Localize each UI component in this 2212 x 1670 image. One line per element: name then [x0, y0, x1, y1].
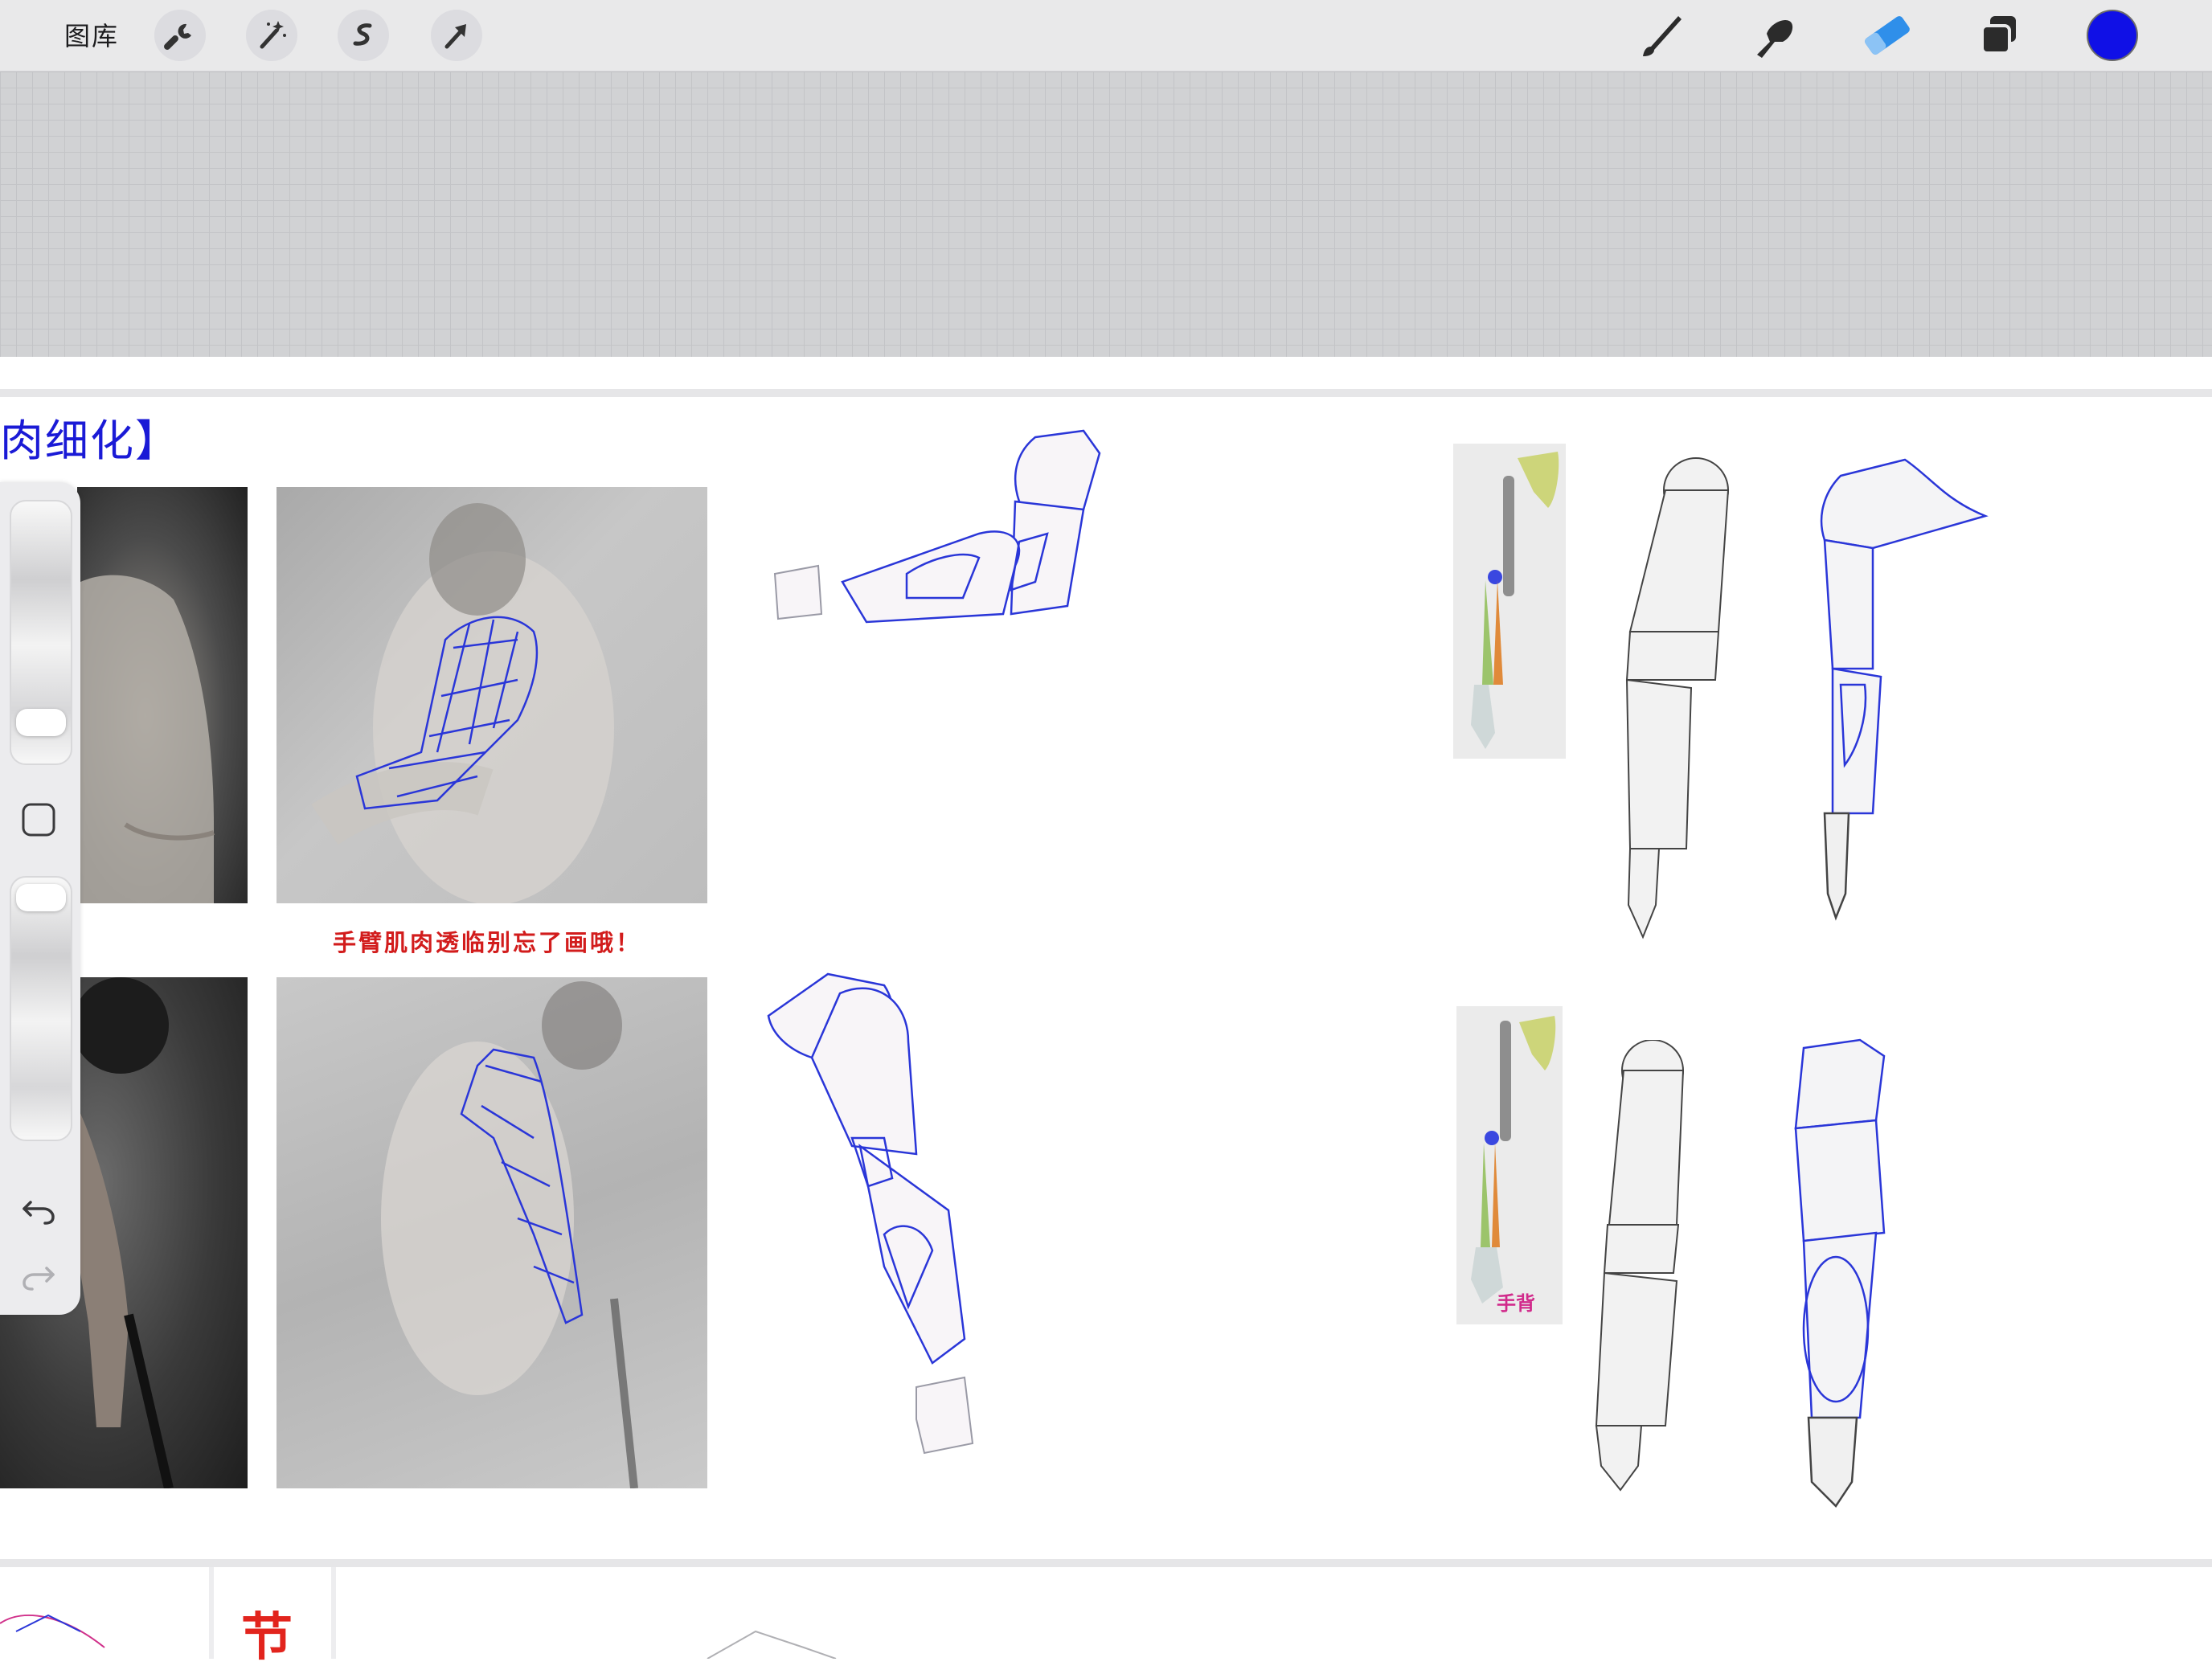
redo-icon — [23, 1267, 55, 1291]
skeleton-reference-bottom: 手背 — [1456, 1006, 1563, 1324]
brush-button[interactable] — [1633, 6, 1691, 64]
top-toolbar: 图库 — [0, 0, 2212, 72]
smudge-icon — [1757, 19, 1793, 59]
layers-button[interactable] — [1971, 6, 2029, 64]
wrench-icon — [164, 23, 191, 50]
color-button[interactable] — [2083, 6, 2141, 64]
partial-sketch — [0, 1614, 105, 1648]
page-divider-bottom — [0, 1559, 2212, 1567]
red-annotation: 手臂肌肉透临别忘了画哦！ — [333, 929, 642, 956]
transform-button[interactable] — [431, 10, 482, 61]
modify-button[interactable] — [21, 802, 56, 837]
eraser-icon — [1865, 16, 1910, 55]
undo-icon — [23, 1201, 55, 1225]
canvas-grid-area[interactable] — [0, 72, 2212, 357]
partial-sketch — [707, 1630, 837, 1659]
strip-separator — [331, 1567, 336, 1659]
muscle-arm-sketch-bottom — [1772, 1032, 1932, 1530]
muscle-arm-sketch-top — [1792, 444, 2001, 966]
smudge-button[interactable] — [1746, 6, 1804, 64]
selection-button[interactable] — [338, 10, 389, 61]
skeleton-reference-top — [1453, 444, 1566, 759]
cylinder-arm-sketch-top — [1582, 455, 1743, 961]
transform-arrow-icon — [444, 24, 466, 49]
next-page-strip[interactable]: 节 — [0, 1567, 2212, 1668]
undo-button[interactable] — [18, 1186, 59, 1228]
bottom-heading-char: 节 — [241, 1608, 293, 1668]
section-title: 肉细化】 — [0, 415, 180, 466]
actions-button[interactable] — [154, 10, 206, 61]
reference-photo-arm-bottom — [276, 977, 707, 1488]
reference-photo-arm-top — [276, 487, 707, 903]
brush-size-slider[interactable] — [10, 500, 72, 765]
layers-icon — [1981, 16, 2016, 55]
selection-icon — [353, 23, 372, 46]
brush-slider-panel — [0, 482, 80, 1315]
cylinder-arm-sketch-bottom — [1564, 1040, 1725, 1522]
magic-wand-icon — [260, 21, 286, 49]
strip-separator — [209, 1567, 214, 1659]
modify-square-icon — [22, 803, 55, 837]
color-swatch — [2087, 10, 2138, 61]
arm-box-sketch-top — [770, 421, 1172, 727]
canvas-margin — [0, 357, 2212, 389]
reference-photo-dark-top — [77, 487, 248, 903]
redo-button[interactable] — [18, 1252, 59, 1294]
brush-size-thumb[interactable] — [16, 709, 66, 736]
canvas-page[interactable]: 肉细化】 手臂肌肉透临别忘了画哦！ 手背 — [0, 397, 2212, 1559]
gallery-button[interactable]: 图库 — [64, 16, 119, 53]
brush-icon — [1643, 16, 1682, 56]
page-divider — [0, 389, 2212, 397]
hand-back-label: 手背 — [1497, 1292, 1535, 1315]
opacity-thumb[interactable] — [16, 884, 66, 911]
eraser-button[interactable] — [1858, 6, 1916, 64]
opacity-slider[interactable] — [10, 876, 72, 1141]
adjustments-button[interactable] — [246, 10, 297, 61]
arm-box-sketch-bottom — [764, 969, 1077, 1467]
